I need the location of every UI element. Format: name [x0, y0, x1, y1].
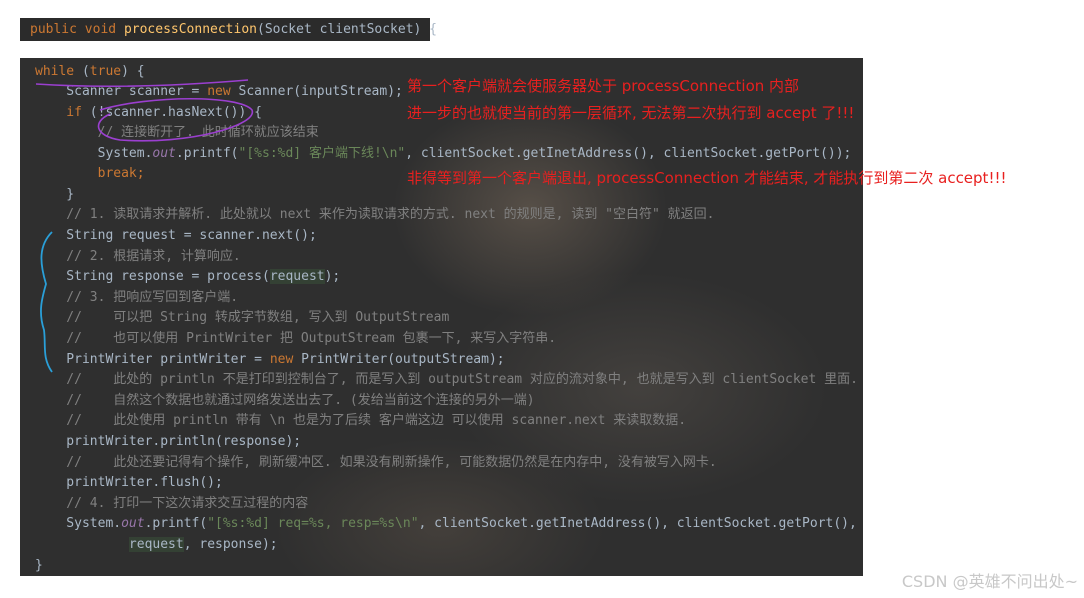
code-line-20: // 此处还要记得有个操作, 刷新缓冲区. 如果没有刷新操作, 可能数据仍然是在… [35, 455, 717, 470]
annotation-line-2: 进一步的也就使当前的第一层循环, 无法第二次执行到 accept 了!!! [407, 104, 855, 122]
code-line-14: // 也可以使用 PrintWriter 把 OutputStream 包裹一下… [35, 331, 557, 346]
annotation-line-3: 非得等到第一个客户端退出, processConnection 才能结束, 才能… [407, 169, 1007, 187]
code-line-21: printWriter.flush(); [35, 475, 223, 490]
code-line-18: // 此处使用 println 带有 \n 也是为了后续 客户端这边 可以使用 … [35, 413, 687, 428]
code-line-9: String request = scanner.next(); [35, 228, 317, 243]
code-line-25: } [35, 558, 43, 573]
code-line-13: // 可以把 String 转成字节数组, 写入到 OutputStream [35, 310, 450, 325]
method-name: processConnection [123, 22, 257, 37]
keyword-while: while [35, 64, 75, 79]
method-params: (Socket clientSocket) { [257, 22, 438, 37]
code-editor-panel: while (true) { Scanner scanner = new Sca… [20, 58, 863, 576]
keyword-public: public [30, 22, 77, 37]
annotation-line-1: 第一个客户端就会使服务器处于 processConnection 内部 [407, 77, 800, 95]
keyword-void: void [84, 22, 117, 37]
method-signature: public void processConnection(Socket cli… [20, 18, 437, 41]
code-line-17: // 自然这个数据也就通过网络发送出去了. (发给当前这个连接的另外一端) [35, 393, 535, 408]
code-line-3: if (!scanner.hasNext()) { [35, 105, 262, 120]
code-line-4: // 连接断开了. 此时循环就应该结束 [35, 125, 319, 140]
code-line-24: request, response); [128, 537, 278, 552]
code-line-15: PrintWriter printWriter = new PrintWrite… [35, 352, 505, 367]
code-line-10: // 2. 根据请求, 计算响应. [35, 249, 241, 264]
code-line-23: System.out.printf("[%s:%d] req=%s, resp=… [35, 516, 857, 531]
code-line-5: System.out.printf("[%s:%d] 客户端下线!\n", cl… [35, 146, 852, 161]
csdn-watermark: CSDN @英雄不问出处~ [901, 572, 1078, 591]
code-line-11: String response = process(request); [35, 269, 341, 284]
code-line-8: // 1. 读取请求并解析. 此处就以 next 来作为读取请求的方式. nex… [35, 207, 715, 222]
code-line-1: while (true) { [35, 64, 145, 79]
code-line-7: } [35, 187, 75, 202]
code-line-19: printWriter.println(response); [35, 434, 302, 449]
code-line-12: // 3. 把响应写回到客户端. [35, 290, 239, 305]
code-line-16: // 此处的 println 不是打印到控制台了, 而是写入到 outputSt… [35, 372, 858, 387]
code-line-6: break; [35, 166, 145, 181]
code-line-2: Scanner scanner = new Scanner(inputStrea… [35, 84, 403, 99]
code-line-22: // 4. 打印一下这次请求交互过程的内容 [35, 496, 309, 511]
